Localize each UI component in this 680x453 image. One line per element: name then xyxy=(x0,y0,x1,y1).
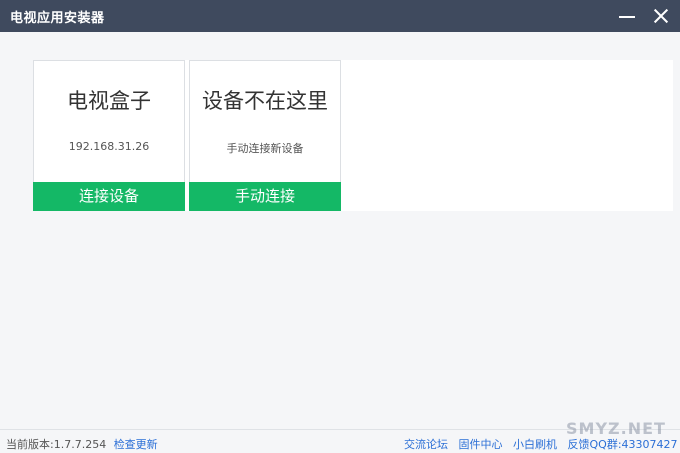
app-window: 电视应用安装器 电视盒子 192.168.31.26 连接设备 设备不在这里 手… xyxy=(0,0,680,453)
card-title: 电视盒子 xyxy=(67,89,151,113)
version-label: 当前版本:1.7.7.254 xyxy=(6,438,107,451)
feedback-qq-group[interactable]: 反馈QQ群:43307427 xyxy=(568,438,678,451)
card-title: 设备不在这里 xyxy=(202,89,328,113)
card-subtitle: 手动连接新设备 xyxy=(226,142,304,155)
device-card-tv-box[interactable]: 电视盒子 192.168.31.26 连接设备 xyxy=(33,60,185,211)
minimize-button[interactable] xyxy=(612,0,642,32)
version-info: 当前版本:1.7.7.254 检查更新 xyxy=(6,436,158,452)
card-ip-address: 192.168.31.26 xyxy=(68,140,150,153)
minimize-icon xyxy=(619,16,635,18)
firmware-center-link[interactable]: 固件中心 xyxy=(459,438,503,451)
watermark: SMYZ.NET xyxy=(566,419,666,438)
device-panel: 电视盒子 192.168.31.26 连接设备 设备不在这里 手动连接新设备 手… xyxy=(33,60,673,211)
manual-connect-button[interactable]: 手动连接 xyxy=(189,182,341,211)
close-button[interactable] xyxy=(646,0,676,32)
device-card-manual[interactable]: 设备不在这里 手动连接新设备 手动连接 xyxy=(189,60,341,211)
forum-link[interactable]: 交流论坛 xyxy=(404,438,448,451)
close-icon xyxy=(653,8,669,24)
status-links: 交流论坛 固件中心 小白刷机 反馈QQ群:43307427 xyxy=(404,436,678,452)
flash-guide-link[interactable]: 小白刷机 xyxy=(513,438,557,451)
check-update-link[interactable]: 检查更新 xyxy=(114,438,158,451)
title-bar: 电视应用安装器 xyxy=(0,0,680,32)
connect-device-button[interactable]: 连接设备 xyxy=(33,182,185,211)
window-title: 电视应用安装器 xyxy=(10,11,105,26)
